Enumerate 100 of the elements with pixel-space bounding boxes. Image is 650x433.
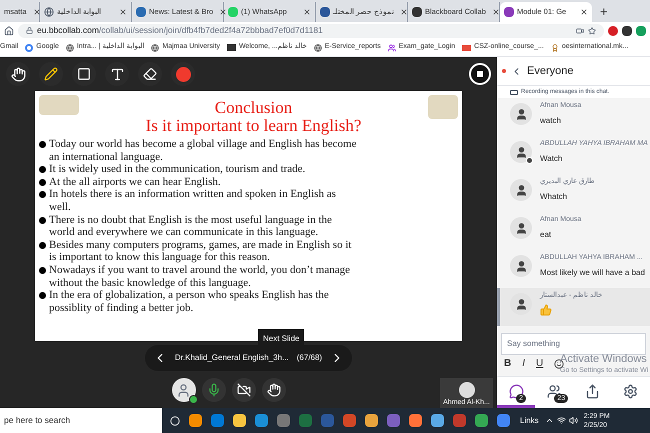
microphone-button[interactable]	[202, 378, 226, 402]
message-text: watch	[540, 114, 562, 126]
slide-title: Conclusion	[214, 99, 292, 117]
new-tab-button[interactable]: +	[592, 2, 616, 22]
bullet-icon	[39, 191, 46, 198]
bullet-text: Today our world has become a global village and English has become an international language.	[49, 138, 358, 164]
close-icon[interactable]	[400, 8, 408, 16]
eraser-icon	[143, 67, 157, 81]
bullet-icon	[39, 266, 46, 274]
app-icon[interactable]	[431, 414, 444, 427]
bullet-icon	[39, 216, 46, 224]
lock-icon	[26, 27, 33, 34]
app-icon[interactable]	[475, 414, 488, 427]
close-icon[interactable]	[303, 8, 311, 16]
close-icon[interactable]	[119, 8, 127, 16]
check-badge	[188, 395, 198, 404]
app-icon[interactable]	[233, 414, 246, 427]
site-icon	[136, 7, 146, 17]
text-tool-button[interactable]	[105, 62, 129, 86]
bookmark-star-icon[interactable]	[588, 26, 596, 34]
award-icon	[550, 44, 559, 52]
close-icon[interactable]	[492, 8, 500, 16]
site-icon	[504, 7, 514, 17]
bold-button[interactable]: B	[504, 356, 512, 371]
shape-tool-button[interactable]	[72, 62, 96, 86]
volume-icon[interactable]	[568, 416, 578, 425]
close-icon[interactable]	[580, 8, 588, 16]
message-text: Watch	[540, 152, 564, 164]
pencil-icon	[44, 67, 58, 81]
bullet-icon	[39, 141, 46, 148]
globe-icon	[66, 44, 74, 52]
eraser-tool-button[interactable]	[138, 62, 162, 86]
globe-icon	[44, 7, 54, 17]
camera-off-icon	[236, 383, 250, 397]
bullet-text: There is no doubt that English is the most useful language in the world and everywhere we can communicate in this language.	[49, 214, 333, 239]
camera-button[interactable]	[232, 378, 256, 402]
slide-counter: (67/68)	[296, 352, 322, 364]
app-icon[interactable]	[255, 414, 268, 427]
hand-icon	[10, 66, 26, 82]
square-icon	[77, 67, 91, 81]
message-text: eat	[540, 228, 552, 240]
site-icon	[412, 7, 422, 17]
hand-icon	[266, 383, 280, 397]
google-icon	[25, 44, 34, 52]
app-icon[interactable]	[409, 414, 422, 427]
app-icon[interactable]	[497, 414, 510, 427]
bullet-text: Nowadays if you want to travel around the world, you don’t manage without the basic knowledge of this language.	[49, 264, 352, 290]
globe-icon	[314, 44, 322, 52]
share-icon	[585, 384, 600, 398]
bullet-icon	[39, 178, 46, 186]
site-icon	[320, 7, 330, 17]
site-icon	[462, 44, 472, 50]
bullet-text: At the all airports we can hear English.	[49, 176, 221, 188]
settings-icon	[623, 384, 638, 398]
message-input[interactable]: Say something	[501, 332, 646, 354]
chat-title: Everyone	[527, 64, 574, 79]
site-icon	[226, 44, 236, 51]
logo-placeholder	[428, 95, 458, 119]
app-icon[interactable]	[189, 414, 202, 427]
wifi-icon	[556, 416, 566, 425]
links-label: Links	[520, 414, 539, 426]
taskbar-search[interactable]: pe here to search	[0, 408, 162, 433]
bullet-text: It is widely used in the communication, tourism and trade.	[49, 163, 306, 176]
raise-hand-button[interactable]	[262, 378, 286, 402]
bullet-text: Besides many computers programs, games, are made in English so it is important to know this language for this reason.	[49, 238, 352, 264]
file-name: Dr.Khalid_General English_3h...	[174, 352, 289, 364]
home-icon[interactable]	[4, 26, 14, 36]
slide-subtitle: Is it important to learn English?	[146, 117, 362, 135]
text-icon	[110, 66, 124, 82]
cortana-icon[interactable]	[170, 416, 180, 426]
url-text: eu.bbcollab.com/collab/ui/session/join/dfb4fb7ded2f4a72bbbad7ef0d7d1181	[37, 24, 323, 37]
underline-button[interactable]: U	[536, 356, 544, 371]
bullet-icon	[39, 166, 46, 174]
site-icon	[228, 7, 238, 17]
search-placeholder: pe here to search	[4, 414, 70, 427]
color-button[interactable]	[171, 62, 195, 86]
avatar-button[interactable]	[172, 378, 196, 402]
pointer-tool-button[interactable]	[6, 62, 30, 86]
pen-tool-button[interactable]	[39, 62, 63, 86]
chevron-up-icon[interactable]	[544, 416, 554, 425]
camera-icon[interactable]	[576, 26, 584, 34]
thumbs-up-icon	[540, 304, 552, 316]
close-icon[interactable]	[32, 8, 41, 16]
bullet-icon	[39, 292, 46, 300]
user-icon	[176, 382, 191, 398]
globe-icon	[151, 44, 160, 52]
message-text: Whatch	[540, 190, 568, 202]
app-icon[interactable]	[365, 414, 378, 427]
logo-placeholder	[39, 95, 79, 115]
close-icon[interactable]	[219, 8, 228, 16]
people-icon	[388, 44, 396, 52]
message-text: Most likely we will have a bad	[540, 266, 645, 278]
italic-button[interactable]: I	[522, 356, 526, 371]
activation-title: Activate Windows	[560, 354, 648, 365]
address-bar[interactable]: eu.bbcollab.com/collab/ui/session/join/dfb4fb7ded2f4a72bbbad7ef0d7d1181	[18, 24, 604, 38]
microphone-icon	[206, 383, 220, 397]
avatar-placeholder	[458, 382, 474, 398]
bullet-text: In the era of globalization, a person who speaks English has the possiblity of finding a better job.	[49, 289, 330, 314]
stop-button[interactable]	[469, 63, 491, 85]
bullet-text: In hotels there is an information written and spoken in English as well.	[49, 188, 337, 214]
